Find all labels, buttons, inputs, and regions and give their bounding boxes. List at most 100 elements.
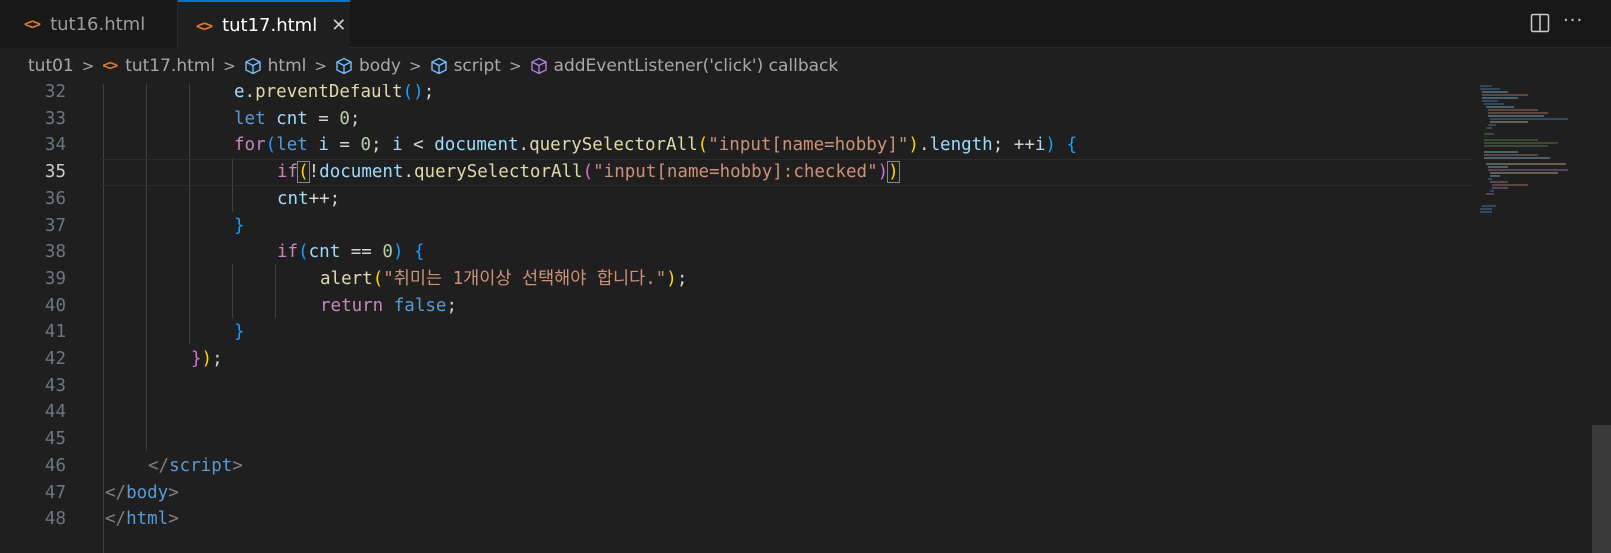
code-line[interactable]: 48 </html> xyxy=(0,506,1470,533)
code-token: == xyxy=(340,242,383,262)
minimap[interactable] xyxy=(1478,84,1578,284)
code-token: ; xyxy=(212,349,223,369)
code-line[interactable]: 45 xyxy=(0,426,1470,453)
code-text: } xyxy=(234,319,245,346)
code-token: ( xyxy=(582,162,594,182)
code-line[interactable]: 34 for(let i = 0; i < document.querySelec… xyxy=(0,132,1470,159)
breadcrumb-item-html[interactable]: html xyxy=(268,56,307,76)
line-number: 43 xyxy=(44,376,66,396)
breadcrumb-item-folder[interactable]: tut01 xyxy=(28,56,74,76)
code-token: 0 xyxy=(360,135,372,155)
code-token: </ xyxy=(105,483,127,503)
code-editor[interactable]: 32 e.preventDefault(); 33 let cnt = 0; 34 for… xyxy=(0,84,1611,553)
code-token: if xyxy=(277,162,299,182)
code-token: ) xyxy=(908,135,919,155)
code-token: ( xyxy=(697,135,709,155)
breadcrumb-item-body[interactable]: body xyxy=(359,56,401,76)
line-number: 46 xyxy=(44,456,66,476)
code-text: </script> xyxy=(148,453,243,480)
code-token: "input[name=hobby]:checked" xyxy=(593,162,878,182)
code-token: { xyxy=(1066,135,1078,155)
code-token: } xyxy=(234,216,245,236)
code-text: return false; xyxy=(320,293,457,320)
code-line[interactable]: 37} xyxy=(0,213,1470,240)
code-token: . xyxy=(403,162,415,182)
line-number: 35 xyxy=(44,162,66,182)
html-file-icon: <> xyxy=(196,16,213,35)
code-line[interactable]: 44 xyxy=(0,399,1470,426)
code-token: > xyxy=(232,456,243,476)
code-line[interactable]: 32 e.preventDefault(); xyxy=(0,84,1470,106)
code-line[interactable]: 38 if(cnt == 0) { xyxy=(0,239,1470,266)
code-token: 0 xyxy=(339,109,350,129)
code-line[interactable]: 36 cnt++; xyxy=(0,186,1470,213)
tab-tut16[interactable]: <> tut16.html xyxy=(0,0,178,48)
code-token: alert xyxy=(320,269,373,289)
code-line[interactable]: 42}); xyxy=(0,346,1470,373)
code-line[interactable]: 33 let cnt = 0; xyxy=(0,106,1470,133)
code-token: ) xyxy=(877,162,889,182)
code-token: < xyxy=(402,135,435,155)
code-token: . xyxy=(518,135,530,155)
code-token: ; xyxy=(423,84,435,102)
code-token: ) xyxy=(887,161,900,183)
code-token: cnt xyxy=(308,242,341,262)
code-token: = xyxy=(328,135,361,155)
code-token: cnt xyxy=(276,109,308,129)
code-token: html xyxy=(126,509,169,529)
more-actions-icon[interactable]: ··· xyxy=(1563,10,1583,31)
code-line[interactable]: 47 </body> xyxy=(0,480,1470,507)
element-cube-icon xyxy=(336,57,352,75)
code-text: let cnt = 0; xyxy=(234,106,360,133)
code-token: 0 xyxy=(382,242,393,262)
code-token: i xyxy=(392,135,403,155)
chevron-right-icon: > xyxy=(409,57,422,75)
code-token: "input[name=hobby]" xyxy=(708,135,909,155)
chevron-right-icon: > xyxy=(314,57,327,75)
code-token: ( xyxy=(298,242,309,262)
code-token: ; xyxy=(371,135,393,155)
code-token: i xyxy=(318,135,329,155)
code-line[interactable]: 46 </script> xyxy=(0,453,1470,480)
code-token: e xyxy=(234,84,245,102)
chevron-right-icon: > xyxy=(81,57,95,75)
code-text: </html> xyxy=(105,506,179,533)
tab-tut17[interactable]: <> tut17.html ✕ xyxy=(178,0,350,49)
code-text: e.preventDefault(); xyxy=(234,84,434,106)
close-icon[interactable]: ✕ xyxy=(331,15,346,36)
code-line[interactable]: 39 alert("취미는 1개이상 선택해야 합니다."); xyxy=(0,266,1470,293)
code-text: for(let i = 0; i < document.querySelecto… xyxy=(234,132,1077,159)
code-token: i xyxy=(1034,135,1046,155)
breadcrumb: tut01 > <> tut17.html > html > body > sc… xyxy=(0,48,1611,84)
code-token: ( xyxy=(265,135,277,155)
code-text: }); xyxy=(191,346,223,373)
code-token: "취미는 1개이상 선택해야 합니다." xyxy=(383,269,667,289)
code-token: ( xyxy=(372,269,384,289)
code-token: querySelectorAll xyxy=(414,162,583,182)
breadcrumb-item-callback[interactable]: addEventListener('click') callback xyxy=(554,56,839,76)
line-number: 37 xyxy=(44,216,66,236)
line-number: 39 xyxy=(44,269,66,289)
code-line[interactable]: 35 if(!document.querySelectorAll("input[n… xyxy=(0,159,1470,186)
scrollbar-thumb[interactable] xyxy=(1592,425,1611,553)
code-token: . xyxy=(244,84,256,102)
breadcrumb-item-script[interactable]: script xyxy=(454,56,501,76)
code-token: ! xyxy=(308,162,320,182)
tab-label: tut17.html xyxy=(222,15,318,36)
code-token: body xyxy=(126,483,169,503)
code-token: false xyxy=(393,296,447,316)
split-editor-icon[interactable] xyxy=(1530,12,1550,34)
code-line[interactable]: 43 xyxy=(0,373,1470,400)
line-number: 48 xyxy=(44,509,66,529)
code-token: preventDefault xyxy=(255,84,403,102)
code-line[interactable]: 41} xyxy=(0,319,1470,346)
line-number: 38 xyxy=(44,242,66,262)
code-token: for xyxy=(234,135,266,155)
code-text: if(!document.querySelectorAll("input[nam… xyxy=(277,159,900,186)
code-token: () xyxy=(402,84,424,102)
breadcrumb-item-file[interactable]: tut17.html xyxy=(125,56,215,76)
code-token: ; ++ xyxy=(992,135,1035,155)
code-line[interactable]: 40 return false; xyxy=(0,293,1470,320)
code-token: } xyxy=(191,349,202,369)
